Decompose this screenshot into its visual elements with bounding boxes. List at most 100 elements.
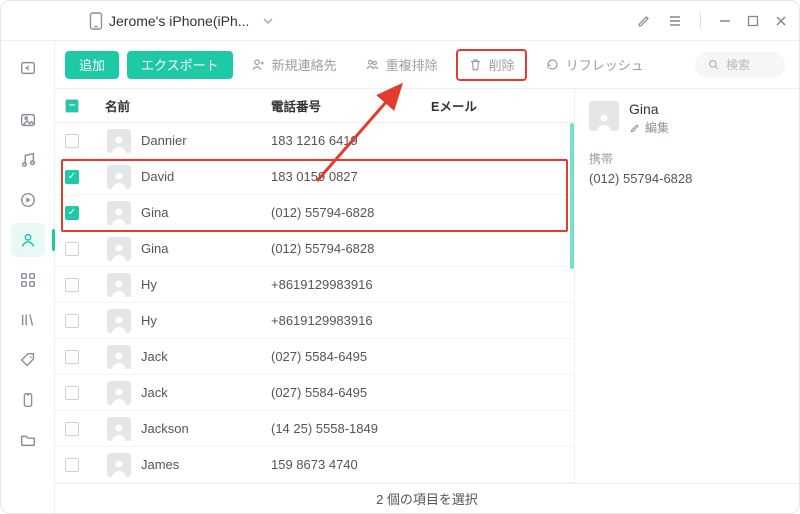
column-email[interactable]: Eメール xyxy=(431,96,574,115)
chevron-down-icon xyxy=(263,16,273,26)
avatar xyxy=(107,381,131,405)
avatar xyxy=(107,417,131,441)
toolbar: 追加 エクスポート 新規連絡先 重複排除 削除 リフレッシュ xyxy=(55,41,799,89)
status-text: 2 個の項目を選択 xyxy=(376,489,478,508)
folder-icon[interactable] xyxy=(11,423,45,457)
titlebar: Jerome's iPhone(iPh... xyxy=(1,1,799,41)
row-checkbox[interactable] xyxy=(65,386,79,400)
sidebar xyxy=(1,41,55,513)
contact-phone: (012) 55794-6828 xyxy=(271,241,431,256)
table-row[interactable]: Jack (027) 5584-6495 xyxy=(55,375,574,411)
avatar xyxy=(107,129,131,153)
contact-name: Jack xyxy=(141,385,168,400)
contact-name: Dannier xyxy=(141,133,187,148)
table-row[interactable]: Jackson (14 25) 5558-1849 xyxy=(55,411,574,447)
row-checkbox[interactable] xyxy=(65,314,79,328)
row-checkbox[interactable]: ✓ xyxy=(65,170,79,184)
select-all-checkbox[interactable]: – xyxy=(65,99,79,113)
delete-button[interactable]: 削除 xyxy=(456,49,527,81)
back-icon[interactable] xyxy=(11,51,45,85)
contact-name: David xyxy=(141,169,174,184)
detail-edit-button[interactable]: 編集 xyxy=(629,119,669,136)
edit-icon[interactable] xyxy=(636,13,652,29)
contacts-table: – 名前 電話番号 Eメール Dannier 183 1216 6419 ✓ Davi… xyxy=(55,89,575,483)
table-header: – 名前 電話番号 Eメール xyxy=(55,89,574,123)
table-row[interactable]: Hy +8619129983916 xyxy=(55,303,574,339)
row-checkbox[interactable] xyxy=(65,458,79,472)
contacts-icon[interactable] xyxy=(11,223,45,257)
table-row[interactable]: Gina(012) 55794-6828 xyxy=(55,231,574,267)
contact-name: James xyxy=(141,457,179,472)
refresh-button[interactable]: リフレッシュ xyxy=(535,51,654,79)
add-button[interactable]: 追加 xyxy=(65,51,119,79)
contact-phone: (027) 5584-6495 xyxy=(271,349,431,364)
contact-name: Jackson xyxy=(141,421,189,436)
avatar xyxy=(107,201,131,225)
detail-panel: Gina 編集 携帯 (012) 55794-6828 xyxy=(575,89,799,483)
row-checkbox[interactable] xyxy=(65,242,79,256)
contact-phone: (027) 5584-6495 xyxy=(271,385,431,400)
contact-name: Gina xyxy=(141,205,168,220)
window-controls xyxy=(636,13,787,29)
table-row[interactable]: James 159 8673 4740 xyxy=(55,447,574,483)
column-phone[interactable]: 電話番号 xyxy=(271,96,431,115)
maximize-icon[interactable] xyxy=(747,15,759,27)
dedupe-button[interactable]: 重複排除 xyxy=(355,51,448,79)
apps-icon[interactable] xyxy=(11,263,45,297)
detail-name: Gina xyxy=(629,101,669,117)
phone-icon xyxy=(89,12,103,30)
avatar xyxy=(107,309,131,333)
detail-mobile-label: 携帯 xyxy=(589,150,785,167)
search-input[interactable]: 検索 xyxy=(695,52,785,78)
refresh-icon xyxy=(545,57,560,72)
row-checkbox[interactable] xyxy=(65,278,79,292)
row-checkbox[interactable] xyxy=(65,422,79,436)
table-row[interactable]: ✓ Gina (012) 55794-6828 xyxy=(55,195,574,231)
detail-avatar xyxy=(589,101,619,131)
export-button[interactable]: エクスポート xyxy=(127,51,233,79)
trash-icon xyxy=(468,57,483,72)
avatar xyxy=(107,453,131,477)
status-bar: 2 個の項目を選択 xyxy=(55,483,799,513)
contact-phone: (012) 55794-6828 xyxy=(271,205,431,220)
table-row[interactable]: Jack (027) 5584-6495 xyxy=(55,339,574,375)
contact-phone: 159 8673 4740 xyxy=(271,457,431,472)
avatar xyxy=(107,165,131,189)
row-checkbox[interactable]: ✓ xyxy=(65,206,79,220)
contact-name: Jack xyxy=(141,349,168,364)
users-icon xyxy=(365,57,380,72)
device-selector[interactable]: Jerome's iPhone(iPh... xyxy=(89,12,273,30)
table-row[interactable]: Hy +8619129983916 xyxy=(55,267,574,303)
books-icon[interactable] xyxy=(11,303,45,337)
row-checkbox[interactable] xyxy=(65,134,79,148)
detail-mobile-value: (012) 55794-6828 xyxy=(589,171,785,186)
scrollbar-thumb[interactable] xyxy=(570,123,574,269)
contact-name: Hy xyxy=(141,277,157,292)
device-icon[interactable] xyxy=(11,383,45,417)
avatar xyxy=(107,273,131,297)
tag-icon[interactable] xyxy=(11,343,45,377)
music-icon[interactable] xyxy=(11,143,45,177)
menu-icon[interactable] xyxy=(668,14,682,28)
contact-phone: +8619129983916 xyxy=(271,313,431,328)
column-name[interactable]: 名前 xyxy=(101,96,271,115)
close-icon[interactable] xyxy=(775,15,787,27)
photos-icon[interactable] xyxy=(11,103,45,137)
row-checkbox[interactable] xyxy=(65,350,79,364)
avatar xyxy=(107,237,131,261)
device-name: Jerome's iPhone(iPh... xyxy=(109,13,249,29)
contact-phone: 183 0159 0827 xyxy=(271,169,431,184)
contact-phone: (14 25) 5558-1849 xyxy=(271,421,431,436)
contact-name: Hy xyxy=(141,313,157,328)
contact-phone: 183 1216 6419 xyxy=(271,133,431,148)
search-icon xyxy=(707,58,720,71)
new-contact-button[interactable]: 新規連絡先 xyxy=(241,51,347,79)
avatar xyxy=(107,345,131,369)
table-row[interactable]: Dannier 183 1216 6419 xyxy=(55,123,574,159)
minimize-icon[interactable] xyxy=(719,15,731,27)
user-plus-icon xyxy=(251,57,266,72)
contact-phone: +8619129983916 xyxy=(271,277,431,292)
table-row[interactable]: ✓ David 183 0159 0827 xyxy=(55,159,574,195)
pencil-icon xyxy=(629,122,641,134)
video-icon[interactable] xyxy=(11,183,45,217)
